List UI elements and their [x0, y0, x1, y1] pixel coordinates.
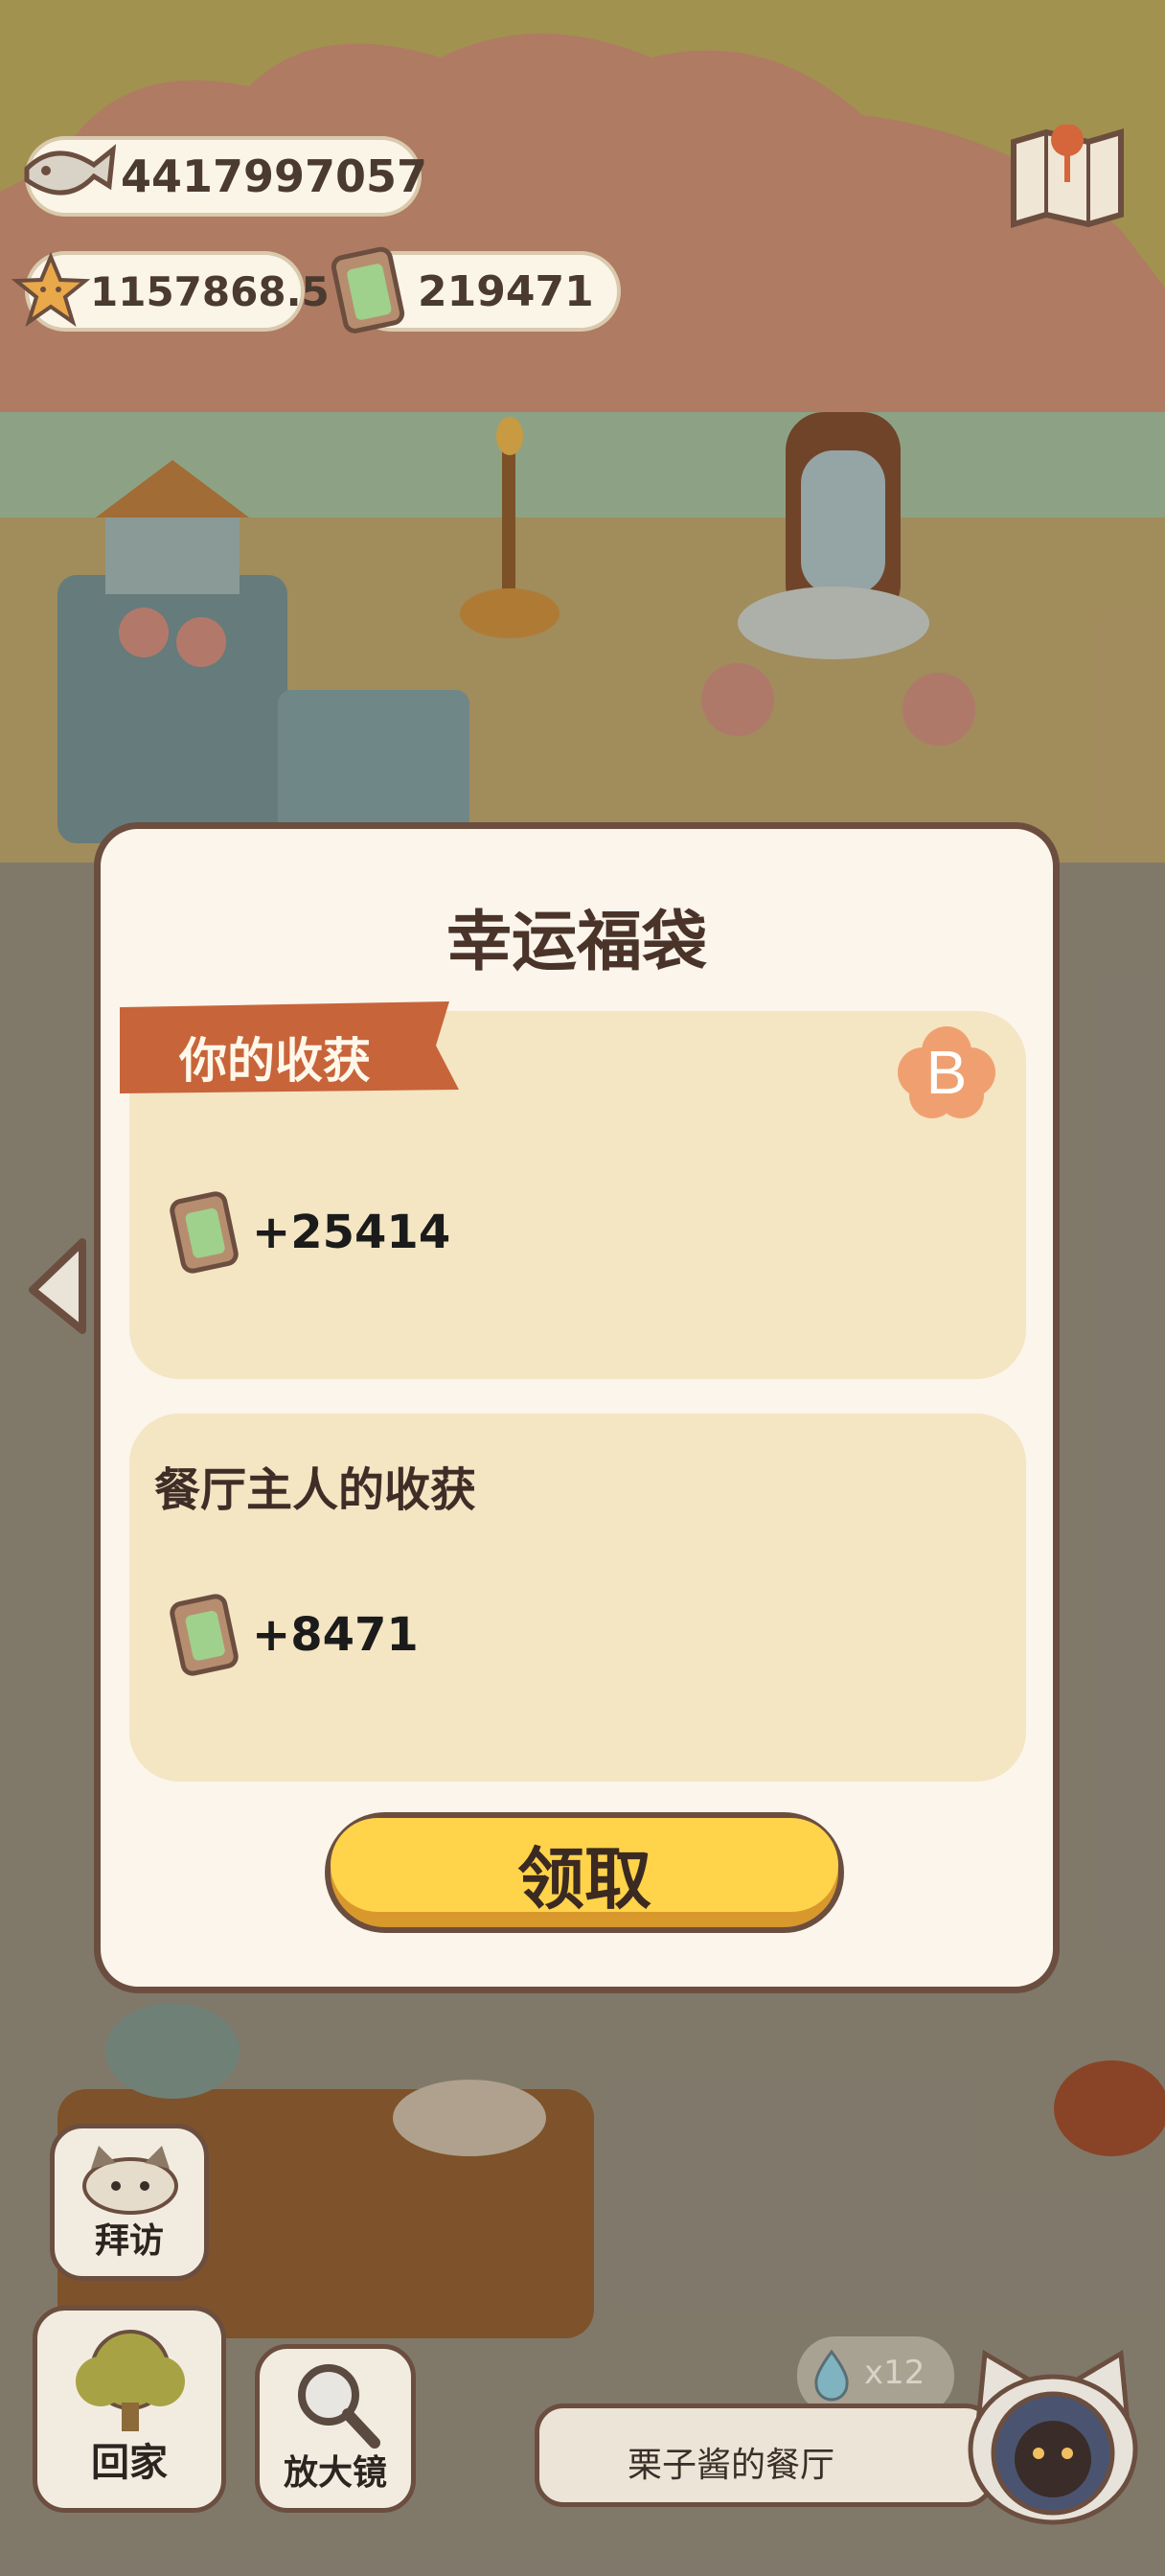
owner-reward: +8471	[164, 1592, 419, 1678]
fish-icon	[24, 144, 117, 196]
visit-label: 拜访	[94, 2221, 164, 2261]
claim-button-label: 领取	[517, 1840, 651, 1919]
badge-letter: B	[925, 1038, 968, 1107]
map-icon[interactable]	[1008, 125, 1127, 230]
home-button[interactable]: 回家	[33, 2306, 226, 2513]
your-harvest-card: 你的收获 B +25414	[120, 1001, 1026, 1379]
modal-title: 幸运福袋	[445, 905, 707, 980]
fish-count: 4417997057	[121, 150, 428, 202]
home-label: 回家	[91, 2441, 168, 2485]
your-reward: +25414	[164, 1189, 450, 1276]
your-harvest-label: 你的收获	[179, 1033, 371, 1089]
owner-reward-value: +8471	[252, 1608, 419, 1662]
owner-harvest-label: 餐厅主人的收获	[154, 1463, 477, 1517]
magnifier-icon	[298, 2364, 380, 2449]
ticket-icon	[170, 1594, 239, 1676]
restaurant-name: 栗子酱的餐厅	[627, 2446, 834, 2485]
ticket-icon	[331, 246, 405, 334]
star-count: 1157868.5	[90, 267, 330, 315]
water-drop-icon	[814, 2349, 849, 2402]
ticket-count: 219471	[418, 266, 594, 316]
magnifier-label: 放大镜	[283, 2453, 387, 2493]
restaurant-name-bar[interactable]: 栗子酱的餐厅	[535, 2404, 994, 2507]
your-reward-value: +25414	[252, 1206, 451, 1259]
magnifier-button[interactable]: 放大镜	[255, 2344, 416, 2513]
tree-icon	[76, 2330, 185, 2431]
cat-avatar-icon[interactable]	[962, 2346, 1144, 2528]
water-drop-count: x12	[864, 2354, 925, 2392]
visit-button[interactable]: 拜访	[50, 2124, 209, 2281]
left-arrow-icon[interactable]	[23, 1236, 92, 1336]
owner-harvest-card: 餐厅主人的收获 +8471	[129, 1414, 1026, 1782]
cat-visit-icon	[82, 2146, 178, 2215]
star-icon	[11, 251, 90, 327]
lucky-bag-modal: 幸运福袋 你的收获 B +25414 餐厅主人的收获 +8471 领取	[94, 822, 1060, 1993]
ticket-icon	[170, 1191, 239, 1274]
claim-button[interactable]: 领取	[325, 1812, 844, 1933]
